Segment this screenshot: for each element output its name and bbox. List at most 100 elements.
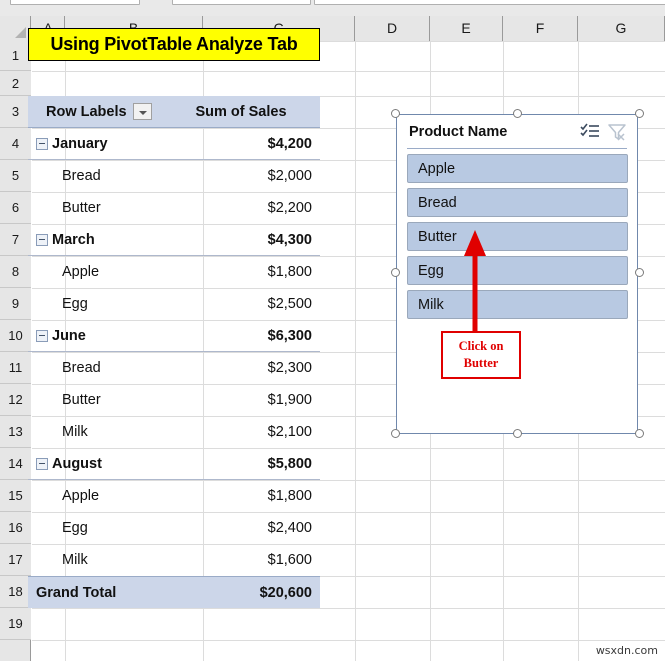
row-header-3[interactable]: 3 (0, 96, 31, 128)
pivot-row-label: Milk (62, 552, 88, 568)
pivot-row[interactable]: Bread $2,300 (28, 352, 320, 384)
pivot-row[interactable]: Bread $2,000 (28, 160, 320, 192)
row-header-6[interactable]: 6 (0, 192, 31, 224)
pivot-row[interactable]: June $6,300 (28, 320, 320, 352)
pivot-row[interactable]: Butter $2,200 (28, 192, 320, 224)
column-header-e[interactable]: E (430, 16, 503, 41)
formula-bar[interactable] (314, 0, 665, 5)
column-header-d[interactable]: D (355, 16, 430, 41)
slicer-item-apple[interactable]: Apple (407, 154, 628, 183)
pivot-row[interactable]: Milk $2,100 (28, 416, 320, 448)
row-header-9[interactable]: 9 (0, 288, 31, 320)
pivot-row-label: June (52, 327, 86, 344)
row-header-bar: 1 2 3 4 5 6 7 8 9 10 11 12 13 14 15 16 17 18 19 (0, 41, 31, 661)
pivot-row-label-cell: June (28, 328, 176, 344)
row-header-10[interactable]: 10 (0, 320, 31, 352)
row-header-12[interactable]: 12 (0, 384, 31, 416)
slicer-item-butter[interactable]: Butter (407, 222, 628, 251)
pivot-row-label: Butter (62, 200, 101, 216)
collapse-minus-icon[interactable] (36, 457, 48, 470)
pivot-row-label-cell: Apple (28, 488, 176, 504)
resize-handle-bottom-center[interactable] (513, 429, 522, 438)
pivot-row-label: Apple (62, 264, 100, 280)
up-arrow-icon (464, 230, 486, 338)
collapse-minus-icon[interactable] (36, 137, 48, 150)
pivot-row-value: $2,200 (267, 200, 312, 216)
pivot-row-label: August (52, 455, 102, 472)
row-header-15[interactable]: 15 (0, 480, 31, 512)
pivot-row-label: January (52, 135, 108, 152)
pivot-row-value: $4,300 (267, 231, 312, 248)
row-header-1[interactable]: 1 (0, 41, 31, 71)
resize-handle-top-left[interactable] (391, 109, 400, 118)
slicer-title: Product Name (409, 123, 508, 140)
clear-filter-funnel-icon[interactable] (607, 122, 629, 142)
pivot-row[interactable]: Butter $1,900 (28, 384, 320, 416)
row-header-18[interactable]: 18 (0, 576, 31, 608)
pivot-row-value: $1,900 (267, 392, 312, 408)
pivot-row[interactable]: Apple $1,800 (28, 480, 320, 512)
row-header-4[interactable]: 4 (0, 128, 31, 160)
slicer-container[interactable]: Product Name Apple Bread Butter Egg Milk (391, 109, 644, 438)
pivot-body: January $4,200 Bread $2,000 Butter $2,200 Marc… (28, 128, 320, 576)
row-header-19[interactable]: 19 (0, 608, 31, 640)
row-header-8[interactable]: 8 (0, 256, 31, 288)
resize-handle-bottom-right[interactable] (635, 429, 644, 438)
slicer-item-list: Apple Bread Butter Egg Milk (407, 154, 628, 324)
row-header-11[interactable]: 11 (0, 352, 31, 384)
resize-handle-middle-right[interactable] (635, 268, 644, 277)
row-labels-header: Row Labels (28, 103, 176, 120)
select-all-corner[interactable] (0, 16, 31, 41)
product-name-slicer[interactable]: Product Name Apple Bread Butter Egg Milk (396, 114, 638, 434)
sum-of-sales-header: Sum of Sales (195, 103, 287, 120)
pivot-row[interactable]: August $5,800 (28, 448, 320, 480)
slicer-header: Product Name (397, 115, 637, 148)
row-header-5[interactable]: 5 (0, 160, 31, 192)
pivot-row-label-cell: Egg (28, 520, 176, 536)
multi-select-checklist-icon[interactable] (579, 122, 601, 142)
row-header-17[interactable]: 17 (0, 544, 31, 576)
row-header-13[interactable]: 13 (0, 416, 31, 448)
row-header-16[interactable]: 16 (0, 512, 31, 544)
pivot-row[interactable]: Egg $2,400 (28, 512, 320, 544)
slicer-divider (407, 148, 627, 149)
ribbon-control-1[interactable] (10, 0, 140, 5)
resize-handle-bottom-left[interactable] (391, 429, 400, 438)
resize-handle-top-center[interactable] (513, 109, 522, 118)
row-header-14[interactable]: 14 (0, 448, 31, 480)
pivot-row-label-cell: Milk (28, 552, 176, 568)
gridline (32, 608, 665, 609)
gridline (355, 41, 356, 661)
slicer-item-bread[interactable]: Bread (407, 188, 628, 217)
column-header-g[interactable]: G (578, 16, 665, 41)
callout-line-1: Click on (458, 339, 504, 354)
pivot-row-label: Milk (62, 424, 88, 440)
column-header-f[interactable]: F (503, 16, 578, 41)
pivot-row-value: $5,800 (267, 455, 312, 472)
pivot-row-value: $6,300 (267, 327, 312, 344)
pivot-row[interactable]: Milk $1,600 (28, 544, 320, 576)
resize-handle-middle-left[interactable] (391, 268, 400, 277)
pivot-row-label-cell: March (28, 232, 176, 248)
grand-total-label: Grand Total (36, 584, 117, 601)
page-title: Using PivotTable Analyze Tab (28, 28, 320, 61)
row-header-2[interactable]: 2 (0, 71, 31, 96)
collapse-minus-icon[interactable] (36, 233, 48, 246)
pivot-row-value: $4,200 (267, 135, 312, 152)
slicer-item-egg[interactable]: Egg (407, 256, 628, 285)
pivot-row[interactable]: Apple $1,800 (28, 256, 320, 288)
ribbon-control-2[interactable] (172, 0, 311, 5)
pivot-row[interactable]: March $4,300 (28, 224, 320, 256)
pivot-row-label-cell: January (28, 136, 176, 152)
resize-handle-top-right[interactable] (635, 109, 644, 118)
collapse-minus-icon[interactable] (36, 329, 48, 342)
ribbon-bottom-strip (0, 0, 665, 16)
pivot-row-label-cell: Butter (28, 392, 176, 408)
pivot-row[interactable]: January $4,200 (28, 128, 320, 160)
grand-total-row: Grand Total $20,600 (28, 576, 320, 608)
filter-dropdown-icon[interactable] (132, 103, 152, 120)
pivot-row[interactable]: Egg $2,500 (28, 288, 320, 320)
slicer-item-milk[interactable]: Milk (407, 290, 628, 319)
row-header-7[interactable]: 7 (0, 224, 31, 256)
pivot-row-value: $1,800 (267, 488, 312, 504)
